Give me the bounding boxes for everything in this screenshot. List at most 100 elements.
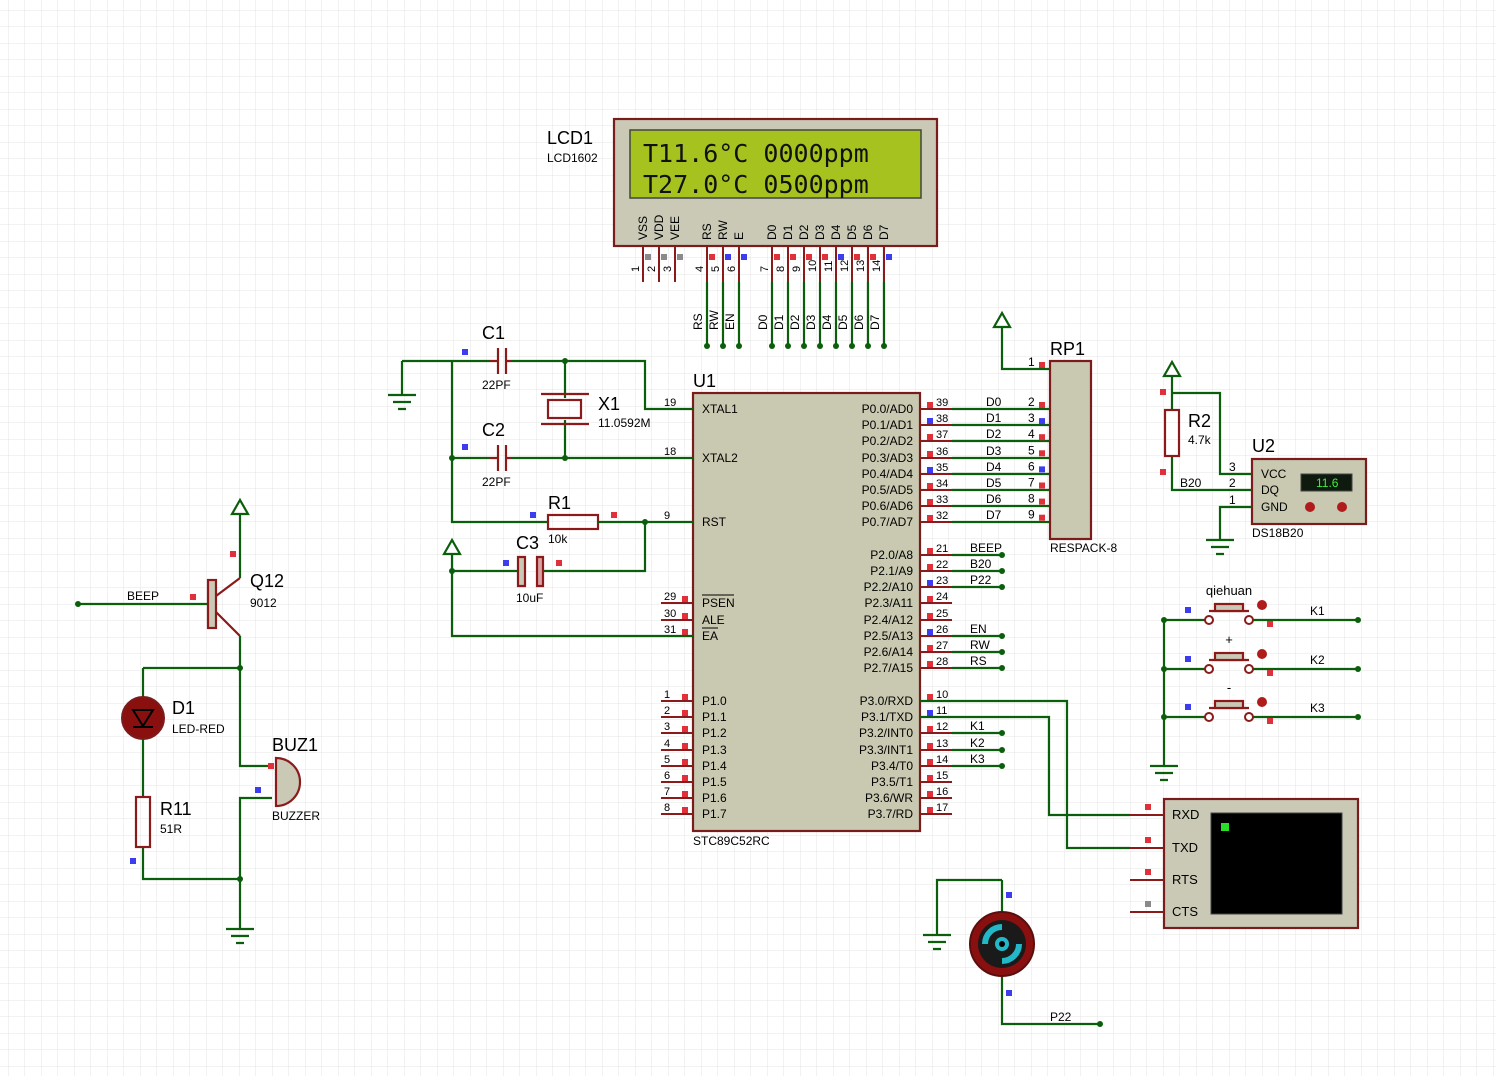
rp1-value: RESPACK-8 [1050, 541, 1117, 555]
mcu-pin-number: 29 [664, 591, 676, 603]
lcd-pin-number: 13 [855, 260, 867, 272]
lcd-pin-number: 10 [807, 260, 819, 272]
rp1-pin-number: 1 [1028, 355, 1035, 369]
mcu-pin-number: 16 [936, 786, 948, 798]
lcd-pin-number: 1 [630, 266, 642, 272]
lcd-pin-label: E [732, 232, 746, 240]
mcu-pin-number: 7 [664, 786, 670, 798]
mcu-pin-number: 24 [936, 591, 948, 603]
mcu-pin-number: 30 [664, 608, 676, 620]
lcd-pin-label: D6 [861, 224, 875, 240]
x1-ref: X1 [598, 394, 620, 414]
transistor-q12[interactable] [206, 578, 218, 630]
rp1-ref: RP1 [1050, 339, 1085, 359]
mcu-pin-number: 38 [936, 413, 948, 425]
rp1-pin-number: 7 [1028, 476, 1035, 490]
mcu-net-label: B20 [970, 557, 992, 571]
mcu-pin-number: 14 [936, 754, 948, 766]
mcu-net-label: D3 [986, 444, 1002, 458]
mcu-pin-number: 12 [936, 721, 948, 733]
mcu-net-label: K1 [970, 719, 985, 733]
mcu-pin-name: P0.5/AD5 [862, 483, 914, 497]
lcd-pin-label: RW [716, 220, 730, 240]
u2-ref: U2 [1252, 436, 1275, 456]
lcd-pin-number: 12 [839, 260, 851, 272]
schematic-canvas[interactable]: T11.6°C 0000ppm T27.0°C 0500ppm LCD1 LCD… [0, 0, 1496, 1076]
r11-value: 51R [160, 822, 182, 836]
mcu-pin-name: P2.1/A9 [870, 564, 913, 578]
c3-value: 10uF [516, 591, 543, 605]
button-label: + [1225, 632, 1233, 647]
mcu-pin-number: 23 [936, 575, 948, 587]
mcu-pin-name: P1.6 [702, 791, 727, 805]
mcu-pin-name: P3.7/RD [868, 807, 914, 821]
mcu-net-label: K3 [970, 752, 985, 766]
mcu-pin-name: P0.6/AD6 [862, 499, 914, 513]
lcd-net-label: EN [723, 313, 737, 330]
lcd-pin-label: D0 [765, 224, 779, 240]
mcu-pin-number: 19 [664, 397, 676, 409]
terminal-pin-label: CTS [1172, 904, 1198, 919]
lcd-value: LCD1602 [547, 151, 598, 165]
mcu-pin-name: ALE [702, 613, 725, 627]
terminal-pin-label: RXD [1172, 807, 1199, 822]
c1-value: 22PF [482, 378, 511, 392]
button-net: K1 [1310, 604, 1325, 618]
lcd-pin-number: 11 [823, 261, 835, 272]
lcd-net-label: RS [691, 313, 705, 330]
terminal-pin-label: TXD [1172, 840, 1198, 855]
button-net: K3 [1310, 701, 1325, 715]
mcu-net-label: RW [970, 638, 990, 652]
mcu-pin-number: 21 [936, 543, 948, 555]
mcu-pin-number: 2 [664, 705, 670, 717]
lcd-pin-label: VEE [668, 216, 682, 240]
lcd-net-label: D5 [836, 314, 850, 330]
rp1-pin-number: 5 [1028, 443, 1035, 457]
mcu-ref: U1 [693, 371, 716, 391]
mcu-net-label: EN [970, 622, 987, 636]
lcd-pin-label: VSS [636, 216, 650, 240]
mcu-pin-name: P0.4/AD4 [862, 467, 914, 481]
mcu-pin-name: P2.4/A12 [864, 613, 914, 627]
lcd-pin-label: D7 [877, 224, 891, 240]
lcd-net-label: D3 [804, 314, 818, 330]
lcd-pin-number: 8 [775, 266, 787, 272]
mcu-pin-name: RST [702, 515, 727, 529]
mcu-pin-number: 28 [936, 656, 948, 668]
d1-value: LED-RED [172, 722, 225, 736]
lcd-pin-label: D2 [797, 224, 811, 240]
mcu-pin-name: P3.0/RXD [860, 694, 914, 708]
mcu-pin-number: 6 [664, 770, 670, 782]
decrease-icon[interactable] [1305, 502, 1315, 512]
lcd-net-label: D2 [788, 314, 802, 330]
mcu-net-label: BEEP [970, 541, 1002, 555]
mcu-net-label: D7 [986, 508, 1002, 522]
mcu-pin-number: 27 [936, 640, 948, 652]
led-d1[interactable] [121, 696, 165, 740]
mcu-net-label: D0 [986, 395, 1002, 409]
lcd-pin-number: 6 [726, 266, 738, 272]
button-label: qiehuan [1206, 583, 1252, 598]
c2-ref: C2 [482, 420, 505, 440]
mcu-pin-name: XTAL2 [702, 451, 738, 465]
mcu-pin-name: P2.7/A15 [864, 661, 914, 675]
lcd-net-label: D1 [772, 314, 786, 330]
lcd-pin-number: 14 [871, 260, 883, 272]
lcd-pin-label: D1 [781, 224, 795, 240]
mcu-pin-name: P0.0/AD0 [862, 402, 914, 416]
mcu-net-label: D5 [986, 476, 1002, 490]
d1-ref: D1 [172, 698, 195, 718]
mcu-pin-name: P2.6/A14 [864, 645, 914, 659]
mcu-net-label: D4 [986, 460, 1002, 474]
lcd-pin-number: 4 [694, 266, 706, 272]
mcu-pin-number: 15 [936, 770, 948, 782]
mcu-pin-number: 25 [936, 608, 948, 620]
lcd-pin-number: 5 [710, 266, 722, 272]
mcu-pin-name: P3.4/T0 [871, 759, 913, 773]
mcu-pin-number: 26 [936, 624, 948, 636]
mcu-pin-name: P2.0/A8 [870, 548, 913, 562]
mcu-pin-name: PSEN [702, 596, 735, 610]
mcu-pin-name: P1.2 [702, 726, 727, 740]
x1-value: 11.0592M [598, 416, 650, 430]
increase-icon[interactable] [1337, 502, 1347, 512]
